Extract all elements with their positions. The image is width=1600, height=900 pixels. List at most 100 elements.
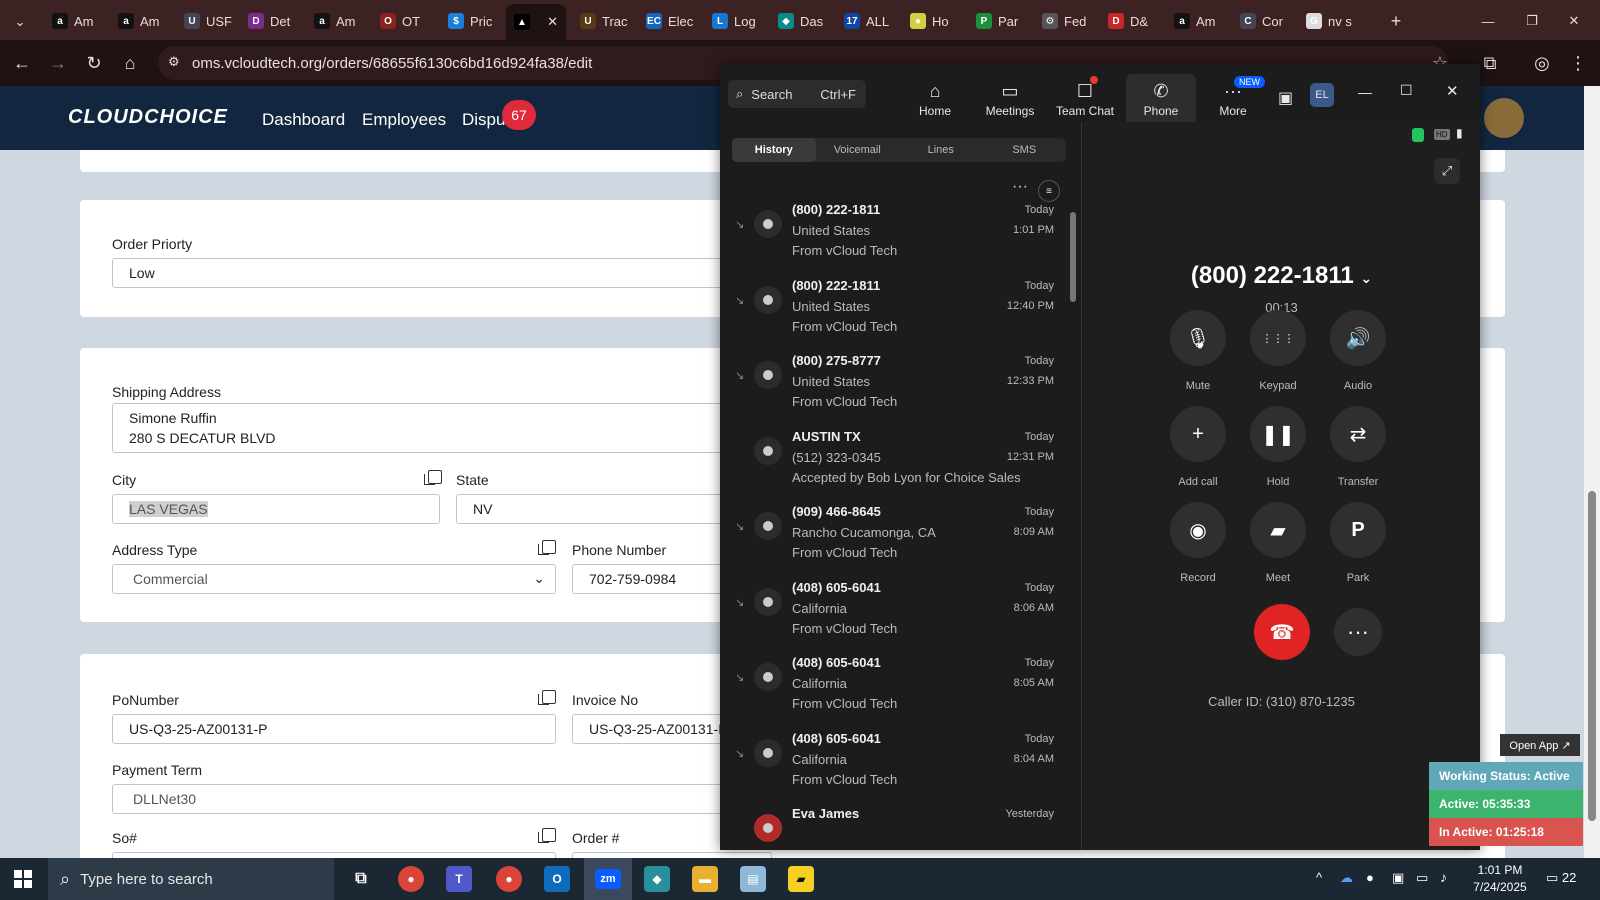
copy-address-type-icon[interactable] [538,540,556,555]
browser-tab[interactable]: a Am [110,6,172,36]
browser-tab[interactable]: EC Elec [638,6,700,36]
onedrive-icon[interactable]: ☁ [1340,870,1353,886]
zoom-tab-more[interactable]: ··· More NEW [1198,74,1268,122]
chrome-icon[interactable]: ● [398,866,424,892]
back-button[interactable]: ← [10,51,34,75]
zoom-maximize-button[interactable]: ☐ [1400,82,1413,99]
call-history-row[interactable]: ↘ (800) 222-1811 United States From vCloud … [720,194,1070,269]
file-explorer-icon[interactable]: ▬ [692,866,718,892]
task-view-icon[interactable]: ⧉ [348,866,374,892]
reload-button[interactable]: ↻ [82,51,106,75]
browser-tab[interactable]: D D& [1100,6,1162,36]
park-button[interactable]: P [1330,502,1386,558]
expand-icon[interactable]: ⤢ [1434,158,1460,184]
call-history-row[interactable]: Eva James Yesterday [720,798,1070,850]
browser-tab[interactable]: ▲ ✕ [506,4,566,40]
browser-menu-icon[interactable]: ⋮ [1566,51,1590,75]
keypad-button[interactable]: ⋮⋮⋮ [1250,310,1306,366]
transfer-button[interactable]: ⇄ [1330,406,1386,462]
zoom-taskbar-icon[interactable]: zm [584,858,632,900]
zoom-close-button[interactable]: ✕ [1446,82,1459,100]
taskbar-clock[interactable]: 1:01 PM 7/24/2025 [1470,862,1530,896]
copy-so-icon[interactable] [538,828,556,843]
extensions-icon[interactable]: ⧉ [1478,51,1502,75]
nav-employees[interactable]: Employees [362,110,446,130]
app-diamond-icon[interactable]: ◆ [644,866,670,892]
close-tab-icon[interactable]: ✕ [547,14,558,30]
history-scrollbar-thumb[interactable] [1070,212,1076,302]
subtab-lines[interactable]: Lines [899,138,983,162]
meet-button[interactable]: ▰ [1250,502,1306,558]
zoom-user-avatar[interactable]: EL [1310,83,1334,107]
show-hidden-icons[interactable]: ^ [1316,870,1322,885]
outlook-icon[interactable]: O [544,866,570,892]
browser-tab[interactable]: a Am [1166,6,1228,36]
windows-start-icon[interactable] [14,870,32,888]
copy-city-icon[interactable] [424,470,442,485]
browser-tab[interactable]: U Trac [572,6,634,36]
hold-button[interactable]: ❚❚ [1250,406,1306,462]
forward-button[interactable]: → [46,51,70,75]
call-history-row[interactable]: AUSTIN TX (512) 323-0345 Accepted by Bob L… [720,421,1070,496]
call-history-row[interactable]: ↘ (408) 605-6041 California From vCloud Tec… [720,723,1070,798]
user-avatar[interactable] [1484,98,1524,138]
browser-tab[interactable]: U USF [176,6,238,36]
subtab-sms[interactable]: SMS [983,138,1067,162]
page-scrollbar[interactable] [1584,86,1600,858]
browser-tab[interactable]: C Cor [1232,6,1294,36]
site-info-icon[interactable]: ⚙ [168,54,180,70]
app-notepad-icon[interactable]: ▤ [740,866,766,892]
taskbar-search-box[interactable]: ⌕ Type here to search [48,858,334,900]
restore-window-button[interactable]: ❐ [1520,6,1544,36]
add-call-button[interactable]: + [1170,406,1226,462]
record-button[interactable]: ◉ [1170,502,1226,558]
zoom-tab-phone[interactable]: ✆ Phone [1126,74,1196,122]
copy-po-icon[interactable] [538,690,556,705]
call-history-row[interactable]: ↘ (800) 222-1811 United States From vCloud … [720,270,1070,345]
new-tab-button[interactable]: + [1384,6,1408,36]
security-icon[interactable]: ▣ [1392,870,1404,886]
browser-tab[interactable]: O OT [372,6,434,36]
po-number-input[interactable]: US-Q3-25-AZ00131-P [112,714,556,744]
browser-tab[interactable]: a Am [44,6,106,36]
browser-tab[interactable]: ● Ho [902,6,964,36]
browser-tab[interactable]: 17 ALL [836,6,898,36]
end-call-button[interactable]: ☎ [1254,604,1310,660]
cloudchoice-logo[interactable]: CLOUDCHOICE [68,106,228,129]
browser-tab[interactable]: $ Pric [440,6,502,36]
nav-disputes[interactable]: Dispu [462,110,505,130]
subtab-voicemail[interactable]: Voicemail [816,138,900,162]
audio-button[interactable]: 🔊 [1330,310,1386,366]
payment-term-field[interactable]: DLLNet30 [112,784,772,814]
calendar-icon[interactable]: ▣ [1278,88,1293,108]
close-window-button[interactable]: ✕ [1562,6,1586,36]
zoom-search-box[interactable]: ⌕ Search Ctrl+F [728,80,866,108]
nav-dashboard[interactable]: Dashboard [262,110,345,130]
address-type-select[interactable]: Commercial ⌄ [112,564,556,594]
teams-icon[interactable]: T [446,866,472,892]
volume-icon[interactable]: ♪ [1440,869,1447,885]
active-call-number[interactable]: (800) 222-1811 ⌄ [1082,262,1481,290]
call-history-row[interactable]: ↘ (408) 605-6041 California From vCloud Tec… [720,572,1070,647]
browser-tab[interactable]: P Par [968,6,1030,36]
home-button[interactable]: ⌂ [118,51,142,75]
zoom-minimize-button[interactable]: — [1358,84,1372,100]
zoom-tab-home[interactable]: ⌂ Home [900,74,970,122]
minimize-window-button[interactable]: — [1476,6,1500,36]
browser-tab[interactable]: ◆ Das [770,6,832,36]
sticky-notes-icon[interactable]: ▰ [788,866,814,892]
open-app-button[interactable]: Open App ↗ [1500,734,1580,756]
browser-tab[interactable]: D Det [240,6,302,36]
profile-icon[interactable]: ◎ [1530,51,1554,75]
call-history-row[interactable]: ↘ (408) 605-6041 California From vCloud Tec… [720,647,1070,722]
city-input[interactable]: LAS VEGAS [112,494,440,524]
browser-tab[interactable]: a Am [306,6,368,36]
call-history-row[interactable]: ↘ (800) 275-8777 United States From vCloud … [720,345,1070,420]
browser-tab[interactable]: Gnv s [1298,6,1360,36]
chrome-profile-icon[interactable]: ● [496,866,522,892]
browser-tab[interactable]: L Log [704,6,766,36]
subtab-history[interactable]: History [732,138,816,162]
microphone-icon[interactable]: ● [1366,870,1374,885]
tab-list-button[interactable]: ⌄ [8,7,32,37]
mute-button[interactable]: 🎙 [1170,310,1226,366]
